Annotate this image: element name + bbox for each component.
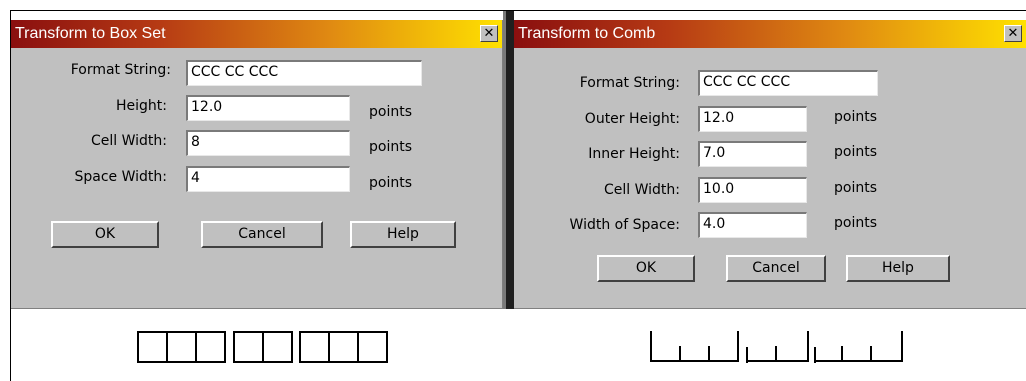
comb-format-string-label: Format String: [579, 75, 680, 91]
box-set-dialog: Transform to Box Set ✕ Format String: CC… [11, 20, 503, 309]
cell-width-label: Cell Width: [90, 133, 167, 149]
inner-height-input[interactable]: 7.0 [698, 141, 807, 167]
box-group-2 [233, 331, 293, 363]
width-of-space-unit: points [834, 215, 877, 231]
comb-format-string-input[interactable]: CCC CC CCC [698, 70, 878, 96]
width-of-space-input[interactable]: 4.0 [698, 212, 807, 238]
outer-height-unit: points [834, 109, 877, 125]
outer-height-label: Outer Height: [584, 111, 680, 127]
comb-group-2-left-tick [746, 347, 748, 363]
comb-tick [870, 346, 872, 360]
comb-tick [775, 346, 777, 360]
frame-top-border [10, 10, 1026, 11]
box-divider [262, 333, 264, 361]
format-string-input[interactable]: CCC CC CCC [186, 60, 422, 86]
box-set-ok-button[interactable]: OK [51, 221, 159, 248]
comb-tick [708, 346, 710, 360]
height-unit: points [369, 104, 412, 120]
box-set-title: Transform to Box Set [15, 25, 166, 42]
space-width-unit: points [369, 175, 412, 191]
box-set-titlebar[interactable]: Transform to Box Set [11, 20, 502, 48]
height-label: Height: [116, 98, 167, 114]
comb-title: Transform to Comb [518, 25, 656, 42]
inner-height-unit: points [834, 144, 877, 160]
comb-group-2 [746, 331, 809, 362]
box-divider [166, 333, 168, 361]
width-of-space-label: Width of Space: [569, 217, 680, 233]
comb-group-1 [650, 331, 739, 362]
comb-cell-width-label: Cell Width: [603, 182, 680, 198]
close-icon: ✕ [483, 26, 495, 41]
box-divider [357, 333, 359, 361]
comb-dialog: Transform to Comb ✕ Format String: CCC C… [514, 20, 1026, 309]
box-set-help-button[interactable]: Help [350, 221, 456, 248]
format-string-label: Format String: [70, 62, 171, 78]
box-set-close-button[interactable]: ✕ [480, 25, 498, 42]
comb-tick [679, 346, 681, 360]
comb-close-button[interactable]: ✕ [1004, 25, 1022, 42]
comb-titlebar[interactable]: Transform to Comb [514, 20, 1026, 48]
box-group-3 [299, 331, 388, 363]
panel-divider [506, 11, 514, 309]
comb-group-3 [814, 331, 903, 362]
inner-height-label: Inner Height: [588, 146, 680, 162]
close-icon: ✕ [1007, 26, 1019, 41]
comb-tick [841, 346, 843, 360]
comb-help-button[interactable]: Help [846, 255, 950, 282]
comb-cancel-button[interactable]: Cancel [726, 255, 826, 282]
space-width-input[interactable]: 4 [186, 166, 350, 192]
comb-cell-width-input[interactable]: 10.0 [698, 177, 807, 203]
comb-ok-button[interactable]: OK [597, 255, 695, 282]
box-set-cancel-button[interactable]: Cancel [201, 221, 323, 248]
height-input[interactable]: 12.0 [186, 95, 350, 121]
cell-width-input[interactable]: 8 [186, 130, 350, 156]
box-group-1 [137, 331, 226, 363]
space-width-label: Space Width: [74, 169, 167, 185]
box-divider [195, 333, 197, 361]
comb-cell-width-unit: points [834, 180, 877, 196]
cell-width-unit: points [369, 139, 412, 155]
comb-group-3-left-tick [814, 347, 816, 363]
outer-height-input[interactable]: 12.0 [698, 106, 807, 132]
box-divider [328, 333, 330, 361]
